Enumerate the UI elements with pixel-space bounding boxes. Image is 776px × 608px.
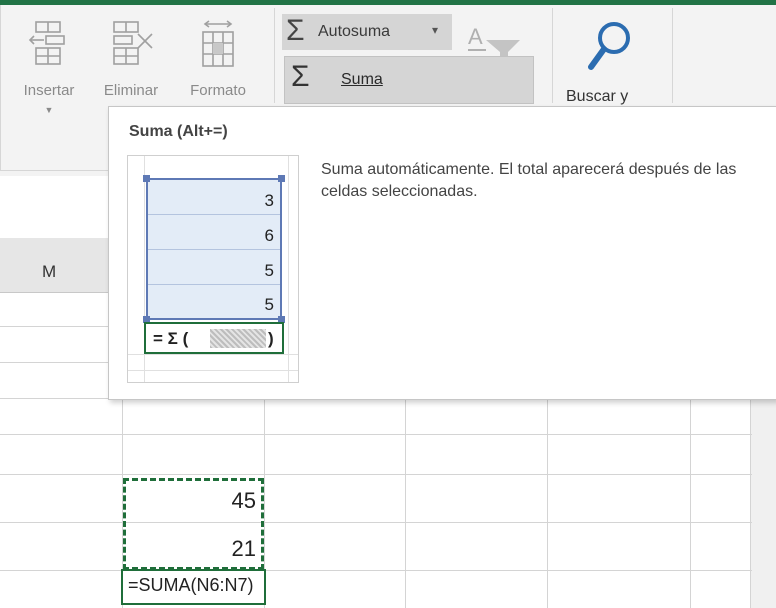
preview-value: 5 [264, 295, 274, 314]
preview-value: 3 [264, 191, 274, 210]
dropdown-arrow-icon: ▾ [432, 23, 439, 37]
format-button[interactable]: Formato [174, 18, 262, 99]
preview-formula-prefix: = Σ ( [153, 329, 189, 348]
insert-button[interactable]: Insertar ▼ [14, 18, 84, 115]
ribbon-divider [0, 5, 1, 170]
ribbon-divider [672, 8, 673, 103]
preview-row-line [148, 249, 280, 250]
cell-value[interactable]: 45 [124, 488, 256, 514]
grid-line [0, 522, 752, 523]
sigma-icon: Σ [286, 14, 305, 47]
sum-menu-item[interactable]: Σ Suma [284, 56, 534, 104]
preview-range-placeholder [210, 329, 266, 348]
autosum-button[interactable]: Σ Autosuma ▾ [282, 14, 452, 50]
grid-line [0, 434, 752, 435]
chevron-down-icon: ▼ [44, 105, 54, 115]
ribbon-divider [274, 8, 275, 103]
find-select-button[interactable]: Buscar y [566, 88, 628, 106]
autosum-tooltip: Suma (Alt+=) 3 6 5 5 = Σ ( ) Suma automá… [108, 106, 776, 400]
selection-handle [278, 175, 285, 182]
ribbon-divider [552, 8, 553, 103]
preview-selection: 3 6 5 5 [146, 178, 282, 320]
preview-formula-cell: = Σ ( ) [144, 322, 284, 354]
tooltip-preview: 3 6 5 5 = Σ ( ) [127, 155, 299, 383]
insert-label: Insertar [23, 82, 75, 99]
format-label: Formato [190, 82, 246, 99]
formula-cell-text: =SUMA(N6:N7) [128, 575, 254, 595]
delete-button[interactable]: Eliminar [94, 18, 168, 99]
preview-value: 6 [264, 226, 274, 245]
tooltip-description: Suma automáticamente. El total aparecerá… [321, 161, 737, 200]
grid-line [0, 474, 752, 475]
ribbon-accent-line [0, 0, 776, 5]
column-header-M[interactable]: M [42, 262, 56, 282]
sum-menu-label: Suma [341, 71, 383, 88]
preview-row-line [148, 214, 280, 215]
preview-grid-line [128, 370, 298, 371]
selection-handle [143, 175, 150, 182]
preview-grid-line [128, 354, 298, 355]
preview-grid-line [288, 156, 289, 382]
tooltip-title: Suma (Alt+=) [129, 123, 228, 140]
cell-value[interactable]: 21 [124, 536, 256, 562]
format-cells-icon [174, 18, 262, 72]
preview-value: 5 [264, 261, 274, 280]
autosum-label: Autosuma [318, 23, 391, 40]
insert-cells-icon [14, 18, 84, 72]
preview-formula-suffix: ) [268, 329, 274, 348]
search-icon [586, 18, 636, 79]
preview-row-line [148, 284, 280, 285]
delete-label: Eliminar [103, 82, 159, 99]
grid-line [0, 570, 752, 571]
delete-cells-icon [94, 18, 168, 72]
sigma-icon: Σ [291, 60, 310, 93]
svg-text:A: A [468, 24, 483, 49]
